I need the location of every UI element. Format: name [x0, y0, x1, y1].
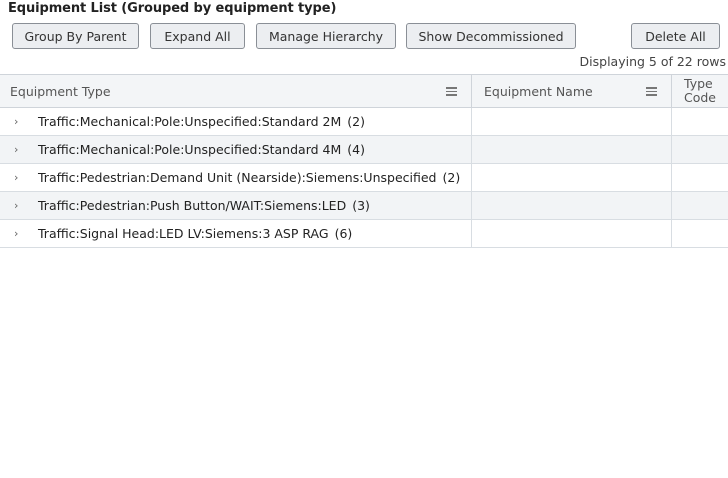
group-label: Traffic:Signal Head:LED LV:Siemens:3 ASP… [38, 226, 329, 241]
group-cell: › Traffic:Pedestrian:Demand Unit (Nearsi… [0, 164, 472, 191]
group-label: Traffic:Pedestrian:Demand Unit (Nearside… [38, 170, 437, 185]
equipment-name-cell [472, 164, 672, 191]
group-count: (2) [442, 170, 461, 185]
grid-header: Equipment Type Equipment Name Type Code [0, 74, 728, 108]
group-count: (6) [334, 226, 353, 241]
group-cell: › Traffic:Mechanical:Pole:Unspecified:St… [0, 108, 472, 135]
chevron-right-icon[interactable]: › [14, 171, 24, 184]
equipment-name-cell [472, 192, 672, 219]
row-count-status: Displaying 5 of 22 rows [579, 54, 726, 69]
column-header-label: Equipment Name [484, 83, 593, 99]
column-header-label: Equipment Type [10, 83, 111, 99]
group-cell: › Traffic:Signal Head:LED LV:Siemens:3 A… [0, 220, 472, 247]
group-row[interactable]: › Traffic:Pedestrian:Push Button/WAIT:Si… [0, 192, 728, 220]
type-code-cell [672, 220, 728, 247]
group-cell: › Traffic:Pedestrian:Push Button/WAIT:Si… [0, 192, 472, 219]
group-label: Traffic:Mechanical:Pole:Unspecified:Stan… [38, 142, 342, 157]
group-row[interactable]: › Traffic:Mechanical:Pole:Unspecified:St… [0, 108, 728, 136]
group-count: (4) [347, 142, 365, 157]
group-row[interactable]: › Traffic:Pedestrian:Demand Unit (Nearsi… [0, 164, 728, 192]
group-count: (2) [347, 114, 365, 129]
chevron-right-icon[interactable]: › [14, 199, 24, 212]
equipment-name-cell [472, 108, 672, 135]
column-header-equipment-name[interactable]: Equipment Name [472, 75, 672, 107]
group-cell: › Traffic:Mechanical:Pole:Unspecified:St… [0, 136, 472, 163]
column-menu-icon[interactable] [646, 87, 657, 96]
manage-hierarchy-button[interactable]: Manage Hierarchy [256, 23, 396, 49]
equipment-name-cell [472, 136, 672, 163]
group-label: Traffic:Mechanical:Pole:Unspecified:Stan… [38, 114, 342, 129]
group-row[interactable]: › Traffic:Signal Head:LED LV:Siemens:3 A… [0, 220, 728, 248]
chevron-right-icon[interactable]: › [14, 227, 24, 240]
column-menu-icon[interactable] [446, 87, 457, 96]
group-count: (3) [352, 198, 370, 213]
equipment-name-cell [472, 220, 672, 247]
page-title: Equipment List (Grouped by equipment typ… [8, 1, 337, 16]
type-code-cell [672, 108, 728, 135]
chevron-right-icon[interactable]: › [14, 115, 24, 128]
type-code-cell [672, 192, 728, 219]
column-header-label: Type Code [684, 76, 717, 105]
group-row[interactable]: › Traffic:Mechanical:Pole:Unspecified:St… [0, 136, 728, 164]
type-code-cell [672, 136, 728, 163]
equipment-grid: Equipment Type Equipment Name Type Code … [0, 74, 728, 248]
group-label: Traffic:Pedestrian:Push Button/WAIT:Siem… [38, 198, 347, 213]
column-header-equipment-type[interactable]: Equipment Type [0, 75, 472, 107]
chevron-right-icon[interactable]: › [14, 143, 24, 156]
column-header-type-code[interactable]: Type Code [672, 75, 728, 107]
show-decommissioned-button[interactable]: Show Decommissioned [406, 23, 576, 49]
delete-all-button[interactable]: Delete All [631, 23, 720, 49]
expand-all-button[interactable]: Expand All [150, 23, 245, 49]
type-code-cell [672, 164, 728, 191]
group-by-parent-button[interactable]: Group By Parent [12, 23, 139, 49]
